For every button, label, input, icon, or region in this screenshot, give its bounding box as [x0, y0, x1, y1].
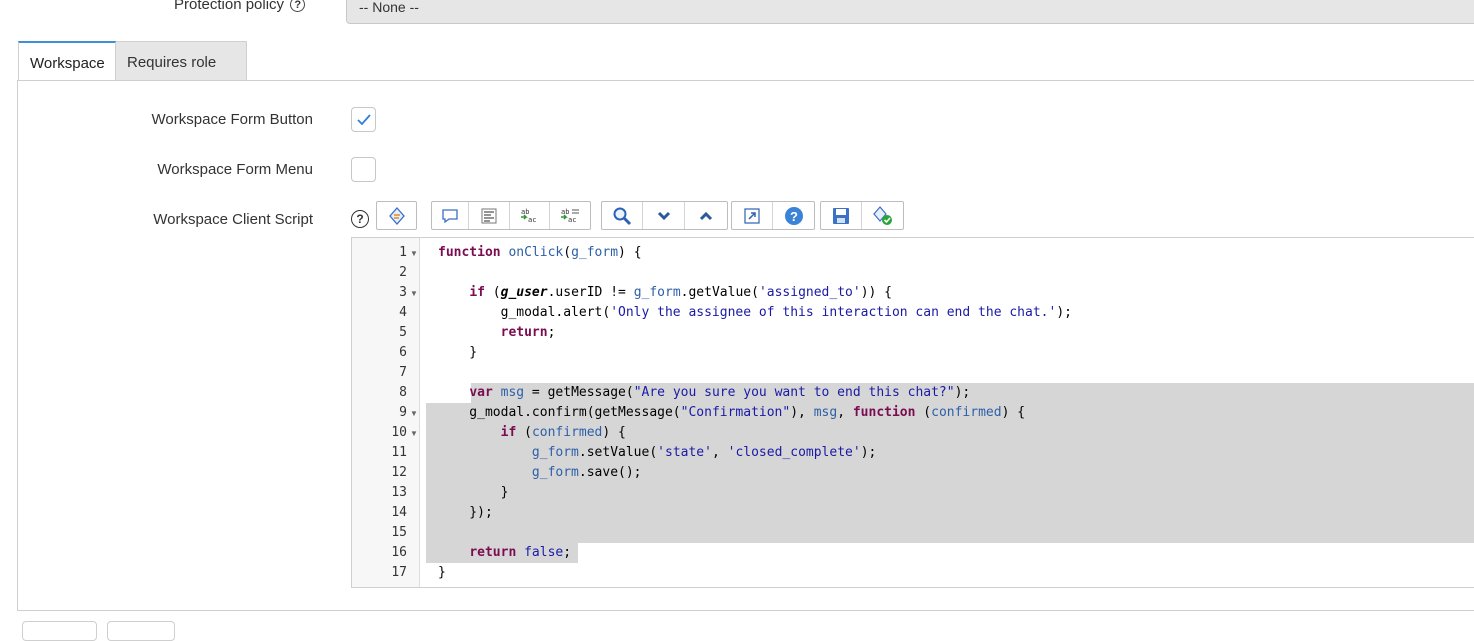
toolbar-group-save — [820, 201, 904, 230]
comment-icon[interactable] — [432, 202, 469, 229]
protection-policy-value: -- None -- — [359, 0, 419, 15]
fullscreen-icon[interactable] — [732, 202, 773, 229]
line-number: 5 — [399, 325, 407, 340]
line-number: 17 — [391, 565, 407, 580]
svg-text:ab: ab — [561, 208, 569, 216]
form-button-checkbox[interactable] — [351, 107, 376, 132]
code-line: g_form.save(); — [531, 465, 642, 480]
line-number: 12 — [391, 465, 407, 480]
replace-icon[interactable]: ab ac — [510, 202, 550, 229]
toolbar-group-search — [601, 201, 728, 230]
line-number: 1 — [399, 245, 407, 260]
line-number: 14 — [391, 505, 407, 520]
code-line: if (g_user.userID != g_form.getValue('as… — [469, 285, 892, 300]
tab-workspace[interactable]: Workspace — [18, 41, 116, 81]
code-line: }); — [438, 505, 493, 520]
code-line: } — [438, 565, 446, 580]
line-number: 7 — [399, 365, 407, 380]
svg-text:ac: ac — [568, 216, 576, 224]
code-line: return false; — [469, 545, 572, 560]
fold-toggle-icon[interactable]: ▼ — [410, 243, 418, 263]
toolbar-group-edit: ab ac ab ac — [431, 201, 591, 230]
form-action-button[interactable] — [22, 621, 97, 641]
replace-all-icon[interactable]: ab ac — [550, 202, 590, 229]
fold-toggle-icon[interactable]: ▼ — [410, 403, 418, 423]
chevron-down-icon[interactable] — [643, 202, 685, 229]
protection-policy-label: Protection policy ? — [174, 0, 306, 13]
syntax-check-icon[interactable] — [862, 202, 903, 229]
code-line: var msg = getMessage("Are you sure you w… — [469, 385, 971, 400]
help-icon[interactable]: ? — [773, 202, 814, 229]
code-editor[interactable]: 1 2 3 4 5 6 7 8 9 10 11 12 13 14 15 16 1… — [351, 237, 1474, 588]
line-number: 9 — [399, 405, 407, 420]
help-icon[interactable]: ? — [290, 0, 306, 12]
code-line: return; — [500, 325, 556, 340]
code-line: g_form.setValue('state', 'closed_complet… — [531, 445, 877, 460]
checkmark-icon — [357, 114, 371, 126]
svg-text:ab: ab — [521, 208, 529, 216]
panel-bottom-border — [17, 610, 1474, 611]
toolbar-group-view: ? — [731, 201, 815, 230]
form-menu-label: Workspace Form Menu — [157, 161, 313, 178]
protection-policy-select[interactable]: -- None -- — [346, 0, 1474, 24]
panel-left-border — [17, 80, 18, 611]
form-button-label: Workspace Form Button — [151, 111, 313, 128]
chevron-up-icon[interactable] — [685, 202, 727, 229]
line-number: 15 — [391, 525, 407, 540]
line-number: 3 — [399, 285, 407, 300]
code-line: g_modal.confirm(getMessage("Confirmation… — [438, 405, 1026, 420]
svg-text:?: ? — [790, 209, 798, 224]
svg-text:ac: ac — [528, 216, 536, 224]
code-line: function onClick(g_form) { — [438, 245, 642, 260]
code-line: } — [438, 485, 509, 500]
line-number: 2 — [399, 265, 407, 280]
line-number: 6 — [399, 345, 407, 360]
code-line: if (confirmed) { — [500, 425, 626, 440]
search-icon[interactable] — [602, 202, 643, 229]
save-icon[interactable] — [821, 202, 862, 229]
panel-top-border — [18, 80, 1474, 81]
fold-toggle-icon[interactable]: ▼ — [410, 283, 418, 303]
toolbar-group-assist — [376, 201, 417, 230]
code-line: } — [438, 345, 478, 360]
line-number: 4 — [399, 305, 407, 320]
code-line: g_modal.alert('Only the assignee of this… — [438, 305, 1072, 320]
line-number: 10 — [391, 425, 407, 440]
script-assist-icon[interactable] — [377, 202, 416, 229]
help-icon[interactable]: ? — [351, 210, 369, 228]
line-number: 16 — [391, 545, 407, 560]
form-menu-checkbox[interactable] — [351, 157, 376, 182]
client-script-label: Workspace Client Script — [153, 211, 313, 228]
format-code-icon[interactable] — [469, 202, 510, 229]
line-number: 8 — [399, 385, 407, 400]
line-number: 11 — [391, 445, 407, 460]
tab-requires-role[interactable]: Requires role — [115, 41, 247, 81]
form-action-button[interactable] — [107, 621, 175, 641]
fold-toggle-icon[interactable]: ▼ — [410, 423, 418, 443]
line-number: 13 — [391, 485, 407, 500]
